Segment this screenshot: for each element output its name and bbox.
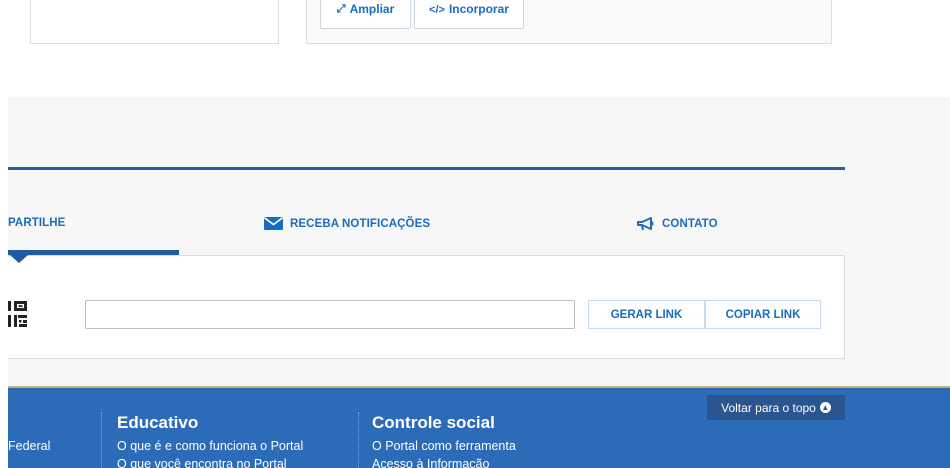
incorporar-button[interactable]: </> Incorporar	[414, 0, 524, 29]
expand-icon: ⤢	[336, 3, 346, 15]
footer-heading-controle-social: Controle social	[372, 413, 495, 432]
envelope-icon	[264, 217, 283, 230]
footer-divider	[358, 412, 359, 468]
chevron-up-icon: ▲	[819, 402, 831, 413]
tab-notificacoes[interactable]: RECEBA NOTIFICAÇÕES	[264, 217, 430, 230]
share-link-input[interactable]	[85, 300, 575, 329]
copiar-link-button[interactable]: COPIAR LINK	[705, 300, 821, 329]
tab-partilhe[interactable]: PARTILHE	[8, 217, 65, 229]
footer-link[interactable]: O que é e como funciona o Portal	[117, 439, 303, 453]
top-left-card	[30, 0, 279, 44]
footer-link-federal[interactable]: Federal	[8, 439, 50, 453]
tab-partilhe-label: PARTILHE	[8, 217, 66, 229]
tab-notificacoes-label: RECEBA NOTIFICAÇÕES	[290, 217, 431, 230]
gerar-link-label: GERAR LINK	[610, 308, 683, 321]
copiar-link-label: COPIAR LINK	[725, 308, 801, 321]
top-right-card: ⤢ Ampliar </> Incorporar	[306, 0, 832, 44]
footer-link[interactable]: O Portal como ferramenta	[372, 439, 516, 453]
footer-link[interactable]: O que você encontra no Portal	[117, 457, 287, 468]
section-divider	[8, 167, 845, 170]
tab-contato-label: CONTATO	[662, 218, 718, 230]
footer-heading-educativo: Educativo	[117, 413, 199, 432]
back-to-top-button[interactable]: Voltar para o topo ▲	[707, 395, 845, 420]
qr-code-icon[interactable]	[8, 300, 28, 328]
gerar-link-button[interactable]: GERAR LINK	[588, 300, 705, 329]
footer-top-border	[8, 386, 950, 388]
ampliar-label: Ampliar	[349, 2, 395, 16]
tab-contato[interactable]: CONTATO	[637, 217, 718, 231]
code-icon: </>	[429, 4, 445, 16]
footer-divider	[101, 412, 102, 468]
megaphone-icon	[637, 217, 654, 231]
incorporar-label: Incorporar	[448, 2, 509, 16]
footer-link[interactable]: Acesso à Informação	[372, 457, 489, 468]
panel-pointer	[10, 255, 28, 263]
ampliar-button[interactable]: ⤢ Ampliar	[320, 0, 411, 29]
back-to-top-label: Voltar para o topo	[721, 400, 816, 415]
